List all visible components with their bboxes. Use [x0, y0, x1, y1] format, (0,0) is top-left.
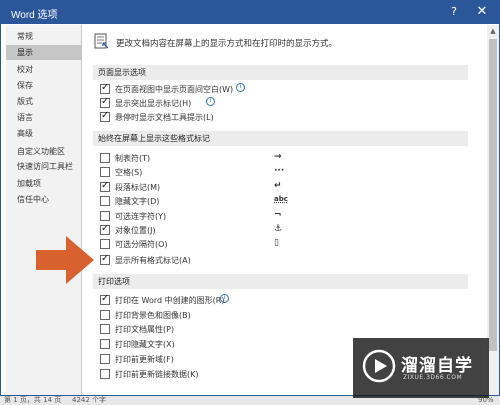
- options-sidebar: 常规 显示 校对 保存 版式 语言 高级 自定义功能区 快速访问工具栏 加载项 …: [6, 25, 82, 395]
- sidebar-item-proofing[interactable]: 校对: [6, 62, 82, 77]
- option-show-document-tooltips[interactable]: 悬停时显示文档工具提示(L): [100, 110, 440, 124]
- checkbox[interactable]: [100, 96, 110, 108]
- option-show-whitespace[interactable]: 在页面视图中显示页面间空白(W) i: [100, 82, 440, 96]
- option-show-all-formatting-marks[interactable]: 显示所有格式标记(A): [100, 253, 440, 267]
- option-label: 隐藏文字(D): [115, 197, 160, 206]
- scroll-up-arrow-icon[interactable]: ▲: [487, 27, 499, 37]
- option-label: 打印背景色和图像(B): [115, 311, 191, 320]
- checkbox[interactable]: [100, 110, 110, 122]
- sidebar-item-general[interactable]: 常规: [6, 29, 82, 44]
- option-label: 打印文档属性(P): [115, 325, 175, 334]
- page-count: 第 1 页，共 14 页: [4, 396, 62, 404]
- option-label: 显示突出显示标记(H): [115, 99, 192, 108]
- play-logo-icon: [362, 349, 396, 383]
- paragraph-mark-icon: ↵: [274, 181, 282, 191]
- sidebar-item-trust-center[interactable]: 信任中心: [6, 192, 82, 207]
- option-print-background[interactable]: 打印背景色和图像(B): [100, 309, 440, 322]
- option-print-drawings[interactable]: 打印在 Word 中创建的图形(R) i: [100, 293, 440, 307]
- watermark-url: ZIXUE.3D66.COM: [403, 374, 463, 381]
- info-icon: i: [220, 294, 229, 303]
- watermark: 溜溜自学 ZIXUE.3D66.COM: [353, 338, 489, 398]
- info-icon: i: [206, 97, 215, 106]
- title-bar: Word 选项 ? ✕: [1, 1, 499, 24]
- checkbox[interactable]: [100, 82, 110, 94]
- checkbox[interactable]: [100, 239, 110, 249]
- info-icon: i: [236, 83, 245, 92]
- option-label: 可选连字符(Y): [115, 212, 167, 221]
- option-label: 打印隐藏文字(X): [115, 340, 175, 349]
- word-count: 4242 个字: [72, 396, 107, 404]
- option-show-highlighter-marks[interactable]: 显示突出显示标记(H) i: [100, 96, 440, 110]
- tab-mark-icon: →: [274, 152, 282, 162]
- sidebar-item-language[interactable]: 语言: [6, 110, 82, 125]
- option-label: 可选分隔符(O): [115, 240, 168, 249]
- option-label: 制表符(T): [115, 154, 151, 163]
- section-printing-options: 打印选项: [93, 274, 468, 289]
- option-label: 对象位置(J): [115, 226, 156, 235]
- checkbox[interactable]: [100, 211, 110, 221]
- checkbox[interactable]: [100, 339, 110, 349]
- help-button[interactable]: ?: [445, 4, 463, 20]
- close-button[interactable]: ✕: [473, 4, 491, 20]
- option-label: 打印前更新链接数据(K): [115, 370, 199, 379]
- option-label: 显示所有格式标记(A): [115, 256, 191, 265]
- checkbox[interactable]: [100, 180, 110, 192]
- sidebar-item-quick-access-toolbar[interactable]: 快速访问工具栏: [6, 159, 82, 174]
- right-arrow-icon: [36, 236, 94, 284]
- checkbox[interactable]: [100, 310, 110, 320]
- checkbox[interactable]: [100, 167, 110, 177]
- option-label: 悬停时显示文档工具提示(L): [115, 113, 214, 122]
- option-label: 打印在 Word 中创建的图形(R): [115, 296, 225, 305]
- sidebar-item-addins[interactable]: 加载项: [6, 176, 82, 191]
- option-tab-characters[interactable]: 制表符(T) →: [100, 152, 440, 165]
- option-label: 段落标记(M): [115, 183, 161, 192]
- section-page-display-options: 页面显示选项: [93, 65, 468, 80]
- option-hidden-text[interactable]: 隐藏文字(D) abc: [100, 195, 440, 208]
- option-optional-hyphens[interactable]: 可选连字符(Y) ¬: [100, 210, 440, 223]
- scroll-thumb[interactable]: [489, 39, 497, 351]
- panel-description: 更改文档内容在屏幕上的显示方式和在打印时的显示方式。: [116, 39, 338, 49]
- checkbox[interactable]: [100, 153, 110, 163]
- sidebar-item-customize-ribbon[interactable]: 自定义功能区: [6, 144, 82, 159]
- optional-break-icon: ▯: [274, 238, 279, 248]
- watermark-title: 溜溜自学: [401, 356, 473, 376]
- checkbox[interactable]: [100, 354, 110, 364]
- option-label: 空格(S): [115, 168, 143, 177]
- optional-hyphen-icon: ¬: [274, 210, 282, 220]
- option-label: 打印前更新域(F): [115, 355, 174, 364]
- section-formatting-marks: 始终在屏幕上显示这些格式标记: [93, 131, 468, 146]
- space-mark-icon: ···: [274, 166, 285, 176]
- word-options-dialog: Word 选项 ? ✕ 常规 显示 校对 保存 版式 语言 高级 自定义功能区 …: [0, 0, 500, 396]
- checkbox[interactable]: [100, 324, 110, 334]
- display-document-icon: [94, 33, 109, 49]
- checkbox[interactable]: [100, 196, 110, 206]
- sidebar-item-display[interactable]: 显示: [6, 45, 82, 60]
- sidebar-item-advanced[interactable]: 高级: [6, 126, 82, 141]
- sidebar-item-save[interactable]: 保存: [6, 78, 82, 93]
- option-paragraph-marks[interactable]: 段落标记(M) ↵: [100, 180, 440, 194]
- checkbox[interactable]: [100, 223, 110, 235]
- option-optional-breaks[interactable]: 可选分隔符(O) ▯: [100, 238, 440, 251]
- checkbox[interactable]: [100, 369, 110, 379]
- hidden-text-icon: abc: [274, 195, 288, 203]
- checkbox[interactable]: [100, 293, 110, 305]
- sidebar-item-layout[interactable]: 版式: [6, 94, 82, 109]
- option-spaces[interactable]: 空格(S) ···: [100, 166, 440, 179]
- checkbox[interactable]: [100, 253, 110, 265]
- option-object-anchors[interactable]: 对象位置(J) ⚓: [100, 223, 440, 237]
- option-print-document-properties[interactable]: 打印文档属性(P): [100, 323, 440, 336]
- option-label: 在页面视图中显示页面间空白(W): [115, 85, 234, 94]
- anchor-icon: ⚓: [274, 224, 283, 234]
- window-title: Word 选项: [11, 10, 58, 21]
